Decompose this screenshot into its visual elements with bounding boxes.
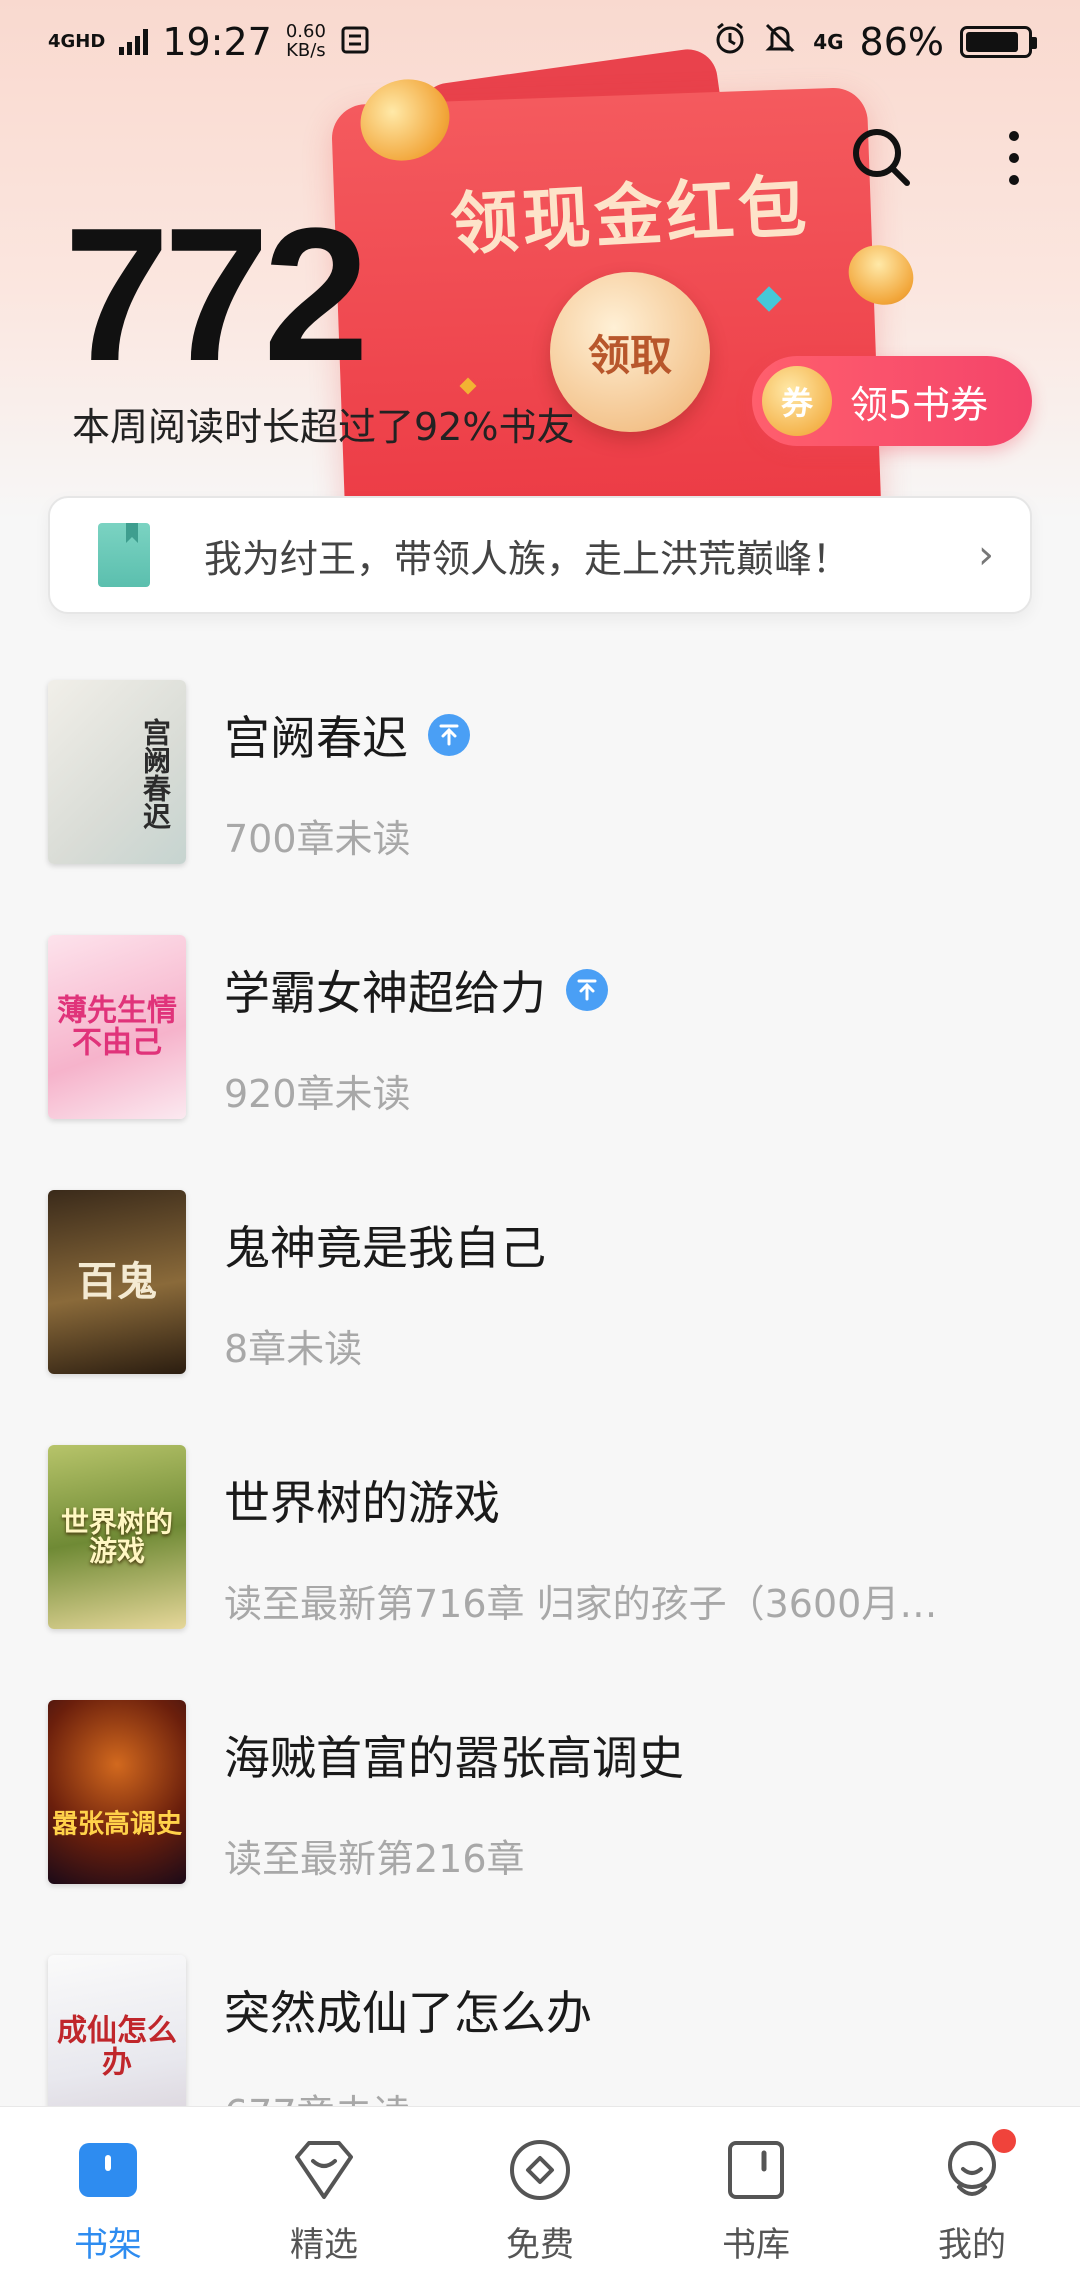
more-options-icon[interactable]	[974, 118, 1054, 198]
tab-library-label: 书库	[722, 2225, 790, 2265]
tab-library[interactable]: 书库	[666, 2135, 846, 2266]
book-cover-title: 百鬼	[77, 1258, 157, 1305]
list-item[interactable]: 世界树的游戏 世界树的游戏 读至最新第716章 归家的孩子（3600月…	[0, 1445, 1080, 1700]
book-title: 世界树的游戏	[224, 1476, 500, 1530]
reading-caption: 本周阅读时长超过了92%书友	[72, 405, 575, 449]
clock: 19:27	[162, 20, 272, 64]
list-item[interactable]: 薄先生情不由己 学霸女神超给力 920章未读	[0, 935, 1080, 1190]
book-cover-title: 世界树的游戏	[60, 1505, 173, 1568]
book-cover-title: 薄先生情不由己	[57, 993, 177, 1060]
book-cover-title: 成仙怎么办	[57, 2013, 177, 2080]
network-type-secondary: 4G	[813, 30, 844, 54]
header-banner: 4GHD 19:27 0.60 KB/s 4G 86% 领现金红包 领取 772…	[0, 0, 1080, 520]
book-progress: 920章未读	[224, 1072, 411, 1116]
book-progress: 8章未读	[224, 1327, 363, 1371]
coupon-button[interactable]: 券 领5书券	[752, 356, 1032, 446]
book-progress: 读至最新第716章 归家的孩子（3600月…	[224, 1582, 938, 1626]
network-speed: 0.60 KB/s	[285, 21, 326, 61]
diamond-icon	[289, 2135, 359, 2205]
book-cover: 宫阙春迟	[48, 680, 186, 864]
book-cover: 薄先生情不由己	[48, 935, 186, 1119]
recommendation-text: 我为纣王，带领人族，走上洪荒巅峰！	[204, 536, 851, 581]
chevron-right-icon: ›	[978, 532, 994, 578]
bookshelf-list: 宫阙春迟 宫阙春迟 700章未读 薄先生情不由己 学霸女神超给力 920章未读	[0, 680, 1080, 2210]
tab-featured-label: 精选	[290, 2225, 358, 2265]
book-cover: 世界树的游戏	[48, 1445, 186, 1629]
book-cover: 百鬼	[48, 1190, 186, 1374]
tab-featured[interactable]: 精选	[234, 2135, 414, 2266]
book-progress: 700章未读	[224, 817, 411, 861]
tab-bookshelf[interactable]: 书架	[18, 2135, 198, 2266]
bottom-nav: 书架 精选 免费 书库 我的	[0, 2106, 1080, 2280]
network-speed-unit: KB/s	[286, 40, 326, 61]
list-item[interactable]: 嚣张高调史 海贼首富的嚣张高调史 读至最新第216章	[0, 1700, 1080, 1955]
reading-minutes: 772	[64, 189, 369, 401]
network-speed-value: 0.60	[285, 21, 326, 43]
list-item[interactable]: 百鬼 鬼神竟是我自己 8章未读	[0, 1190, 1080, 1445]
coin-icon	[505, 2135, 575, 2205]
search-icon[interactable]	[842, 118, 922, 198]
battery-icon	[960, 26, 1037, 58]
tab-bookshelf-label: 书架	[74, 2225, 142, 2265]
book-cover: 嚣张高调史	[48, 1700, 186, 1884]
book-title: 突然成仙了怎么办	[224, 1986, 592, 2040]
tab-mine[interactable]: 我的	[882, 2129, 1062, 2266]
library-icon	[721, 2135, 791, 2205]
update-arrow-icon	[566, 969, 608, 1011]
notification-dot	[992, 2129, 1016, 2153]
book-icon	[98, 523, 150, 587]
tab-free[interactable]: 免费	[450, 2135, 630, 2266]
bookshelf-icon	[73, 2135, 143, 2205]
coupon-badge: 券	[762, 366, 832, 436]
book-progress: 读至最新第216章	[224, 1837, 525, 1881]
recommendation-banner[interactable]: 我为纣王，带领人族，走上洪荒巅峰！ ›	[48, 496, 1032, 614]
book-title: 宫阙春迟	[224, 711, 408, 765]
red-packet-title: 领现金红包	[448, 167, 813, 266]
mute-bell-icon	[763, 20, 797, 64]
book-cover-title: 嚣张高调史	[51, 1809, 182, 1840]
alarm-icon	[713, 20, 747, 64]
network-type: 4GHD	[48, 31, 106, 52]
list-item[interactable]: 宫阙春迟 宫阙春迟 700章未读	[0, 680, 1080, 935]
battery-percent: 86%	[859, 20, 944, 64]
update-arrow-icon	[428, 714, 470, 756]
book-title: 学霸女神超给力	[224, 966, 546, 1020]
sync-icon	[340, 20, 370, 64]
book-title: 鬼神竟是我自己	[224, 1221, 546, 1275]
coupon-label: 领5书券	[850, 382, 989, 427]
book-cover-title: 宫阙春迟	[139, 718, 172, 830]
book-title: 海贼首富的嚣张高调史	[224, 1731, 684, 1785]
signal-icon	[119, 29, 149, 55]
tab-mine-label: 我的	[938, 2225, 1006, 2265]
tab-free-label: 免费	[506, 2225, 574, 2265]
